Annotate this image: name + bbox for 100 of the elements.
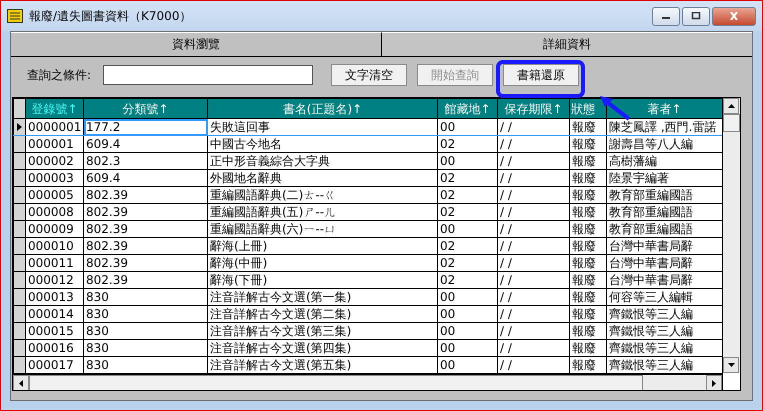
- table-cell: 830: [84, 288, 208, 306]
- maximize-icon: [691, 12, 701, 20]
- scroll-thumb[interactable]: [29, 375, 643, 390]
- scroll-right-button[interactable]: [706, 375, 722, 390]
- table-cell: 802.3: [84, 152, 208, 170]
- table-cell: 00: [438, 306, 498, 322]
- column-header[interactable]: 分類號↑: [84, 98, 208, 118]
- maximize-button[interactable]: [682, 6, 710, 26]
- table-cell: 報廢: [570, 118, 606, 136]
- row-header[interactable]: [14, 220, 26, 238]
- row-header[interactable]: [14, 288, 26, 306]
- table-cell: 830: [84, 340, 208, 356]
- table-cell: 02: [438, 254, 498, 272]
- column-header[interactable]: 狀態: [570, 98, 606, 118]
- column-header[interactable]: 保存期限↑: [498, 98, 570, 118]
- down-arrow-icon: [728, 363, 734, 367]
- table-cell: 報廢: [570, 186, 606, 204]
- column-header[interactable]: 著者↑: [606, 98, 722, 118]
- action-button[interactable]: 書籍還原: [503, 64, 579, 86]
- table-cell: 802.39: [84, 272, 208, 288]
- table-cell: 000003: [26, 170, 84, 186]
- row-header[interactable]: [14, 204, 26, 220]
- table-cell: 609.4: [84, 170, 208, 186]
- row-header[interactable]: [14, 152, 26, 170]
- row-header[interactable]: [14, 306, 26, 322]
- tab[interactable]: 詳細資料: [382, 32, 752, 56]
- table-cell: 000014: [26, 306, 84, 322]
- table-cell: / /: [498, 170, 570, 186]
- column-header[interactable]: 登錄號↑: [26, 98, 84, 118]
- table-cell: 000015: [26, 322, 84, 340]
- table-cell: 02: [438, 170, 498, 186]
- scroll-left-button[interactable]: [13, 375, 29, 390]
- table-cell: 辭海(上冊): [208, 238, 438, 254]
- right-arrow-icon: [712, 380, 716, 386]
- table-cell: 000008: [26, 204, 84, 220]
- table-cell: 00: [438, 118, 498, 136]
- table-cell: 報廢: [570, 238, 606, 254]
- scroll-down-button[interactable]: [723, 357, 739, 373]
- table-cell: 02: [438, 238, 498, 254]
- horizontal-scrollbar[interactable]: [13, 374, 722, 390]
- row-header[interactable]: [14, 136, 26, 152]
- row-header[interactable]: [14, 170, 26, 186]
- query-field[interactable]: [103, 65, 313, 85]
- column-header[interactable]: 書名(正題名)↑: [208, 98, 438, 118]
- table-cell: 報廢: [570, 254, 606, 272]
- table-cell: 02: [438, 186, 498, 204]
- minimize-button[interactable]: [652, 6, 680, 26]
- table-cell: 重編國語辭典(二)ㄊ--ㄍ: [208, 186, 438, 204]
- table-cell: 00: [438, 340, 498, 356]
- table-cell: 正中形音義綜合大字典: [208, 152, 438, 170]
- table-cell: / /: [498, 118, 570, 136]
- action-button[interactable]: 文字清空: [331, 64, 407, 86]
- table-cell: / /: [498, 254, 570, 272]
- scroll-thumb[interactable]: [723, 114, 740, 132]
- row-header[interactable]: [14, 272, 26, 288]
- table-cell: / /: [498, 136, 570, 152]
- table-cell: 177.2: [84, 118, 208, 136]
- table-cell: 000010: [26, 238, 84, 254]
- row-header[interactable]: [14, 118, 26, 136]
- table-cell: / /: [498, 272, 570, 288]
- table-cell: / /: [498, 204, 570, 220]
- column-header[interactable]: 館藏地↑: [438, 98, 498, 118]
- table-cell: 中國古今地名: [208, 136, 438, 152]
- table-cell: 000016: [26, 340, 84, 356]
- query-label: 查詢之條件:: [27, 66, 92, 84]
- vertical-scrollbar[interactable]: [722, 98, 740, 390]
- row-header[interactable]: [14, 322, 26, 340]
- up-arrow-icon: [728, 104, 734, 108]
- table-cell: 注音詳解古今文選(第三集): [208, 322, 438, 340]
- table-cell: 02: [438, 272, 498, 288]
- table-cell: 辭海(中冊): [208, 254, 438, 272]
- table-cell: / /: [498, 238, 570, 254]
- table-cell: 報廢: [570, 306, 606, 322]
- table-cell: 609.4: [84, 136, 208, 152]
- row-header[interactable]: [14, 186, 26, 204]
- row-header[interactable]: [14, 238, 26, 254]
- row-header[interactable]: [14, 254, 26, 272]
- table-cell: / /: [498, 306, 570, 322]
- row-header[interactable]: [14, 356, 26, 374]
- table-cell: 報廢: [570, 170, 606, 186]
- pointer-arrow: [600, 96, 630, 121]
- table-cell: 注音詳解古今文選(第二集): [208, 306, 438, 322]
- scroll-up-button[interactable]: [723, 98, 739, 114]
- table-cell: 000001: [26, 136, 84, 152]
- table-cell: / /: [498, 322, 570, 340]
- table-cell: 830: [84, 306, 208, 322]
- table-cell: 00: [438, 152, 498, 170]
- table-cell: 00: [438, 322, 498, 340]
- table-cell: 000011: [26, 254, 84, 272]
- table-cell: / /: [498, 340, 570, 356]
- table-cell: 報廢: [570, 136, 606, 152]
- tab[interactable]: 資料瀏覽: [11, 32, 382, 56]
- row-header[interactable]: [14, 340, 26, 356]
- close-button[interactable]: [712, 6, 756, 26]
- table-cell: 000005: [26, 186, 84, 204]
- table-cell: 802.39: [84, 220, 208, 238]
- table-cell: / /: [498, 220, 570, 238]
- table-cell: 注音詳解古今文選(第一集): [208, 288, 438, 306]
- table-cell: 報廢: [570, 340, 606, 356]
- table-cell: 重編國語辭典(六)ㄧ--ㄩ: [208, 220, 438, 238]
